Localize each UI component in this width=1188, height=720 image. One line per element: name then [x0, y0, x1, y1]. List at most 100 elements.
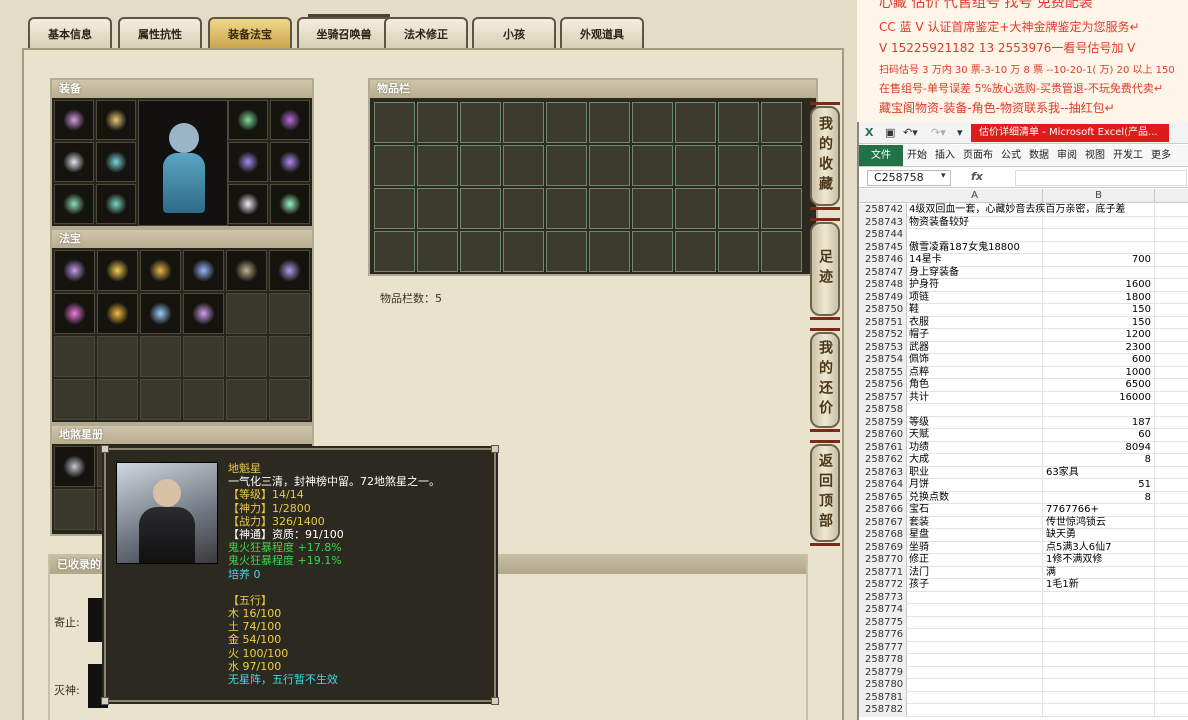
- inventory-slot[interactable]: [718, 231, 759, 272]
- customize-qa-icon[interactable]: ▾: [957, 126, 963, 139]
- cell-a[interactable]: 物资装备较好: [907, 216, 1043, 229]
- inventory-slot[interactable]: [460, 231, 501, 272]
- cell-b[interactable]: [1043, 641, 1155, 654]
- fabao-slot-empty[interactable]: [54, 379, 95, 420]
- ribbon-tab[interactable]: 插入: [931, 145, 959, 166]
- cell-b[interactable]: 传世惊鸿锁云: [1043, 516, 1155, 529]
- cell-b[interactable]: 1600: [1043, 279, 1155, 292]
- inventory-slot[interactable]: [589, 145, 630, 186]
- cell-b[interactable]: 8094: [1043, 441, 1155, 454]
- row-number[interactable]: 258753: [859, 341, 907, 354]
- inventory-slot[interactable]: [632, 145, 673, 186]
- row-number[interactable]: 258759: [859, 416, 907, 429]
- cell-b[interactable]: [1043, 216, 1155, 229]
- cell-a[interactable]: [907, 604, 1043, 617]
- equip-slot-mask[interactable]: [228, 100, 268, 140]
- cell-b[interactable]: 8: [1043, 491, 1155, 504]
- cell-a[interactable]: [907, 691, 1043, 704]
- column-header-a[interactable]: A: [907, 189, 1043, 203]
- cell-a[interactable]: 孩子: [907, 579, 1043, 592]
- inventory-slot[interactable]: [675, 188, 716, 229]
- my-favorites-button[interactable]: 我的收藏: [810, 102, 840, 210]
- fabao-slot[interactable]: [226, 250, 267, 291]
- name-box-dropdown-icon[interactable]: ▾: [941, 171, 946, 181]
- row-number[interactable]: 258764: [859, 479, 907, 492]
- cell-b[interactable]: 150: [1043, 304, 1155, 317]
- cell-b[interactable]: [1043, 204, 1155, 217]
- cell-a[interactable]: 武器: [907, 341, 1043, 354]
- equip-slot-helmet[interactable]: [54, 100, 94, 140]
- cell-a[interactable]: 帽子: [907, 329, 1043, 342]
- cell-b[interactable]: 6500: [1043, 379, 1155, 392]
- ribbon-tab[interactable]: 公式: [997, 145, 1025, 166]
- row-number[interactable]: 258746: [859, 254, 907, 267]
- cell-a[interactable]: 宝石: [907, 504, 1043, 517]
- cell-b[interactable]: [1043, 704, 1155, 717]
- footprint-button[interactable]: 足迹: [810, 218, 840, 320]
- back-to-top-button[interactable]: 返回顶部: [810, 440, 840, 546]
- inventory-slot[interactable]: [503, 231, 544, 272]
- row-number[interactable]: 258751: [859, 316, 907, 329]
- row-number[interactable]: 258781: [859, 691, 907, 704]
- cell-b[interactable]: 8: [1043, 454, 1155, 467]
- cell-b[interactable]: 600: [1043, 354, 1155, 367]
- fabao-slot-empty[interactable]: [269, 379, 310, 420]
- inventory-slot[interactable]: [374, 188, 415, 229]
- cell-a[interactable]: 共计: [907, 391, 1043, 404]
- cell-b[interactable]: 1修不满双修: [1043, 554, 1155, 567]
- cell-a[interactable]: 护身符: [907, 279, 1043, 292]
- row-number[interactable]: 258742: [859, 204, 907, 217]
- column-header-b[interactable]: B: [1043, 189, 1155, 203]
- cell-b[interactable]: [1043, 666, 1155, 679]
- cell-a[interactable]: [907, 616, 1043, 629]
- cell-b[interactable]: 1800: [1043, 291, 1155, 304]
- cell-b[interactable]: 150: [1043, 316, 1155, 329]
- equip-slot-necklace[interactable]: [96, 100, 136, 140]
- fabao-slot-empty[interactable]: [140, 379, 181, 420]
- cell-b[interactable]: 1000: [1043, 366, 1155, 379]
- row-number[interactable]: 258747: [859, 266, 907, 279]
- inventory-slot[interactable]: [632, 231, 673, 272]
- cell-b[interactable]: [1043, 691, 1155, 704]
- row-number[interactable]: 258779: [859, 666, 907, 679]
- inventory-slot[interactable]: [460, 145, 501, 186]
- row-number[interactable]: 258757: [859, 391, 907, 404]
- cell-a[interactable]: [907, 229, 1043, 242]
- row-number[interactable]: 258748: [859, 279, 907, 292]
- fabao-slot[interactable]: [54, 293, 95, 334]
- fabao-slot-empty[interactable]: [226, 379, 267, 420]
- cell-b[interactable]: 16000: [1043, 391, 1155, 404]
- fabao-slot-empty[interactable]: [140, 336, 181, 377]
- inventory-slot[interactable]: [374, 231, 415, 272]
- equip-slot-orb[interactable]: [270, 184, 310, 224]
- tab-basic-info[interactable]: 基本信息: [28, 17, 112, 48]
- tab-spell-correction[interactable]: 法术修正: [384, 17, 468, 48]
- ribbon-tab[interactable]: 开始: [903, 145, 931, 166]
- inventory-slot[interactable]: [632, 188, 673, 229]
- cell-b[interactable]: [1043, 229, 1155, 242]
- cell-a[interactable]: 佩饰: [907, 354, 1043, 367]
- inventory-slot[interactable]: [675, 231, 716, 272]
- cell-a[interactable]: 衣服: [907, 316, 1043, 329]
- cell-b[interactable]: 点5满3人6仙7: [1043, 541, 1155, 554]
- cell-a[interactable]: 功绩: [907, 441, 1043, 454]
- ribbon-tab[interactable]: 文件: [859, 145, 903, 166]
- row-number[interactable]: 258761: [859, 441, 907, 454]
- inventory-slot[interactable]: [718, 188, 759, 229]
- cell-a[interactable]: 星盘: [907, 529, 1043, 542]
- inventory-slot[interactable]: [675, 102, 716, 143]
- cell-a[interactable]: [907, 591, 1043, 604]
- fabao-slot[interactable]: [183, 250, 224, 291]
- inventory-slot[interactable]: [761, 188, 802, 229]
- fabao-slot[interactable]: [54, 250, 95, 291]
- fabao-slot-empty[interactable]: [97, 379, 138, 420]
- fabao-slot-empty[interactable]: [183, 336, 224, 377]
- row-number[interactable]: 258769: [859, 541, 907, 554]
- fabao-slot-empty[interactable]: [226, 336, 267, 377]
- inventory-slot[interactable]: [718, 145, 759, 186]
- row-number[interactable]: 258743: [859, 216, 907, 229]
- cell-b[interactable]: 满: [1043, 566, 1155, 579]
- row-number[interactable]: 258770: [859, 554, 907, 567]
- cell-a[interactable]: [907, 654, 1043, 667]
- cell-a[interactable]: 月饼: [907, 479, 1043, 492]
